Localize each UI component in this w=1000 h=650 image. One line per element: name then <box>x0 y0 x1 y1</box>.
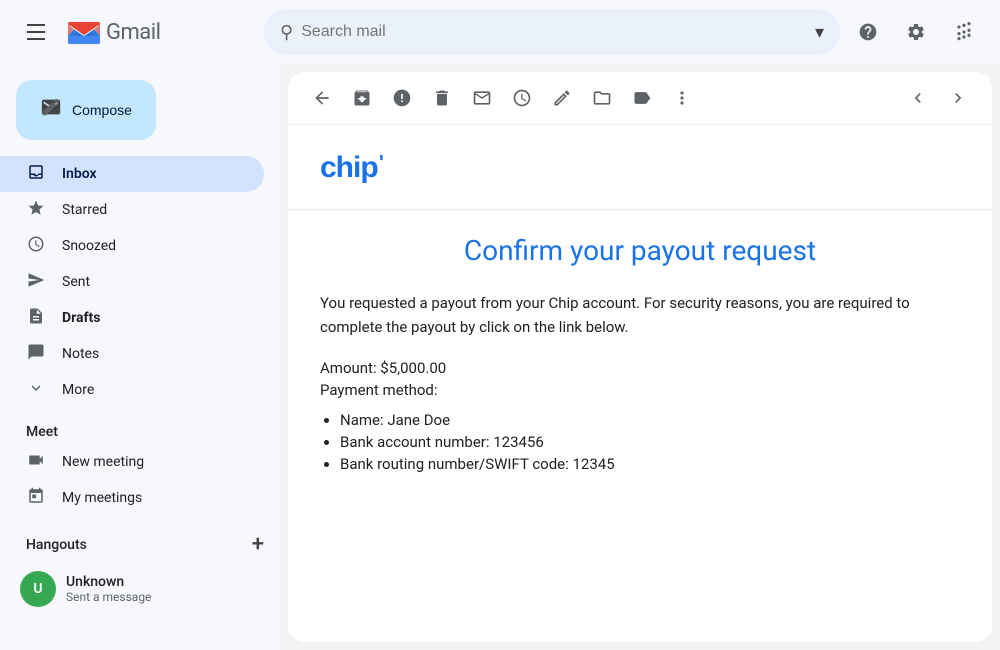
avatar: U <box>20 571 56 607</box>
chip-email-body: Confirm your payout request You requeste… <box>288 210 992 501</box>
notes-icon <box>26 343 46 365</box>
menu-button[interactable] <box>16 12 56 52</box>
sidebar: Compose Inbox Starred <box>0 64 280 650</box>
sidebar-item-snoozed[interactable]: Snoozed <box>0 228 264 264</box>
drafts-label: Drafts <box>62 310 248 326</box>
inbox-icon <box>26 163 46 185</box>
email-body: chip ' Confirm your payout request You r… <box>288 125 992 642</box>
chip-email-header: chip ' <box>288 125 992 210</box>
topbar: Gmail ⚲ ▾ <box>0 0 1000 64</box>
email-toolbar <box>288 72 992 125</box>
video-icon <box>26 451 46 473</box>
list-item: Bank routing number/SWIFT code: 12345 <box>340 455 960 473</box>
hangouts-title: Hangouts + <box>16 524 264 565</box>
calendar-icon <box>26 487 46 509</box>
email-payment-method: Payment method: <box>320 381 960 399</box>
spam-button[interactable] <box>384 80 420 116</box>
sidebar-item-notes[interactable]: Notes <box>0 336 264 372</box>
delete-button[interactable] <box>424 80 460 116</box>
more-label: More <box>62 382 248 398</box>
gear-icon <box>906 22 926 42</box>
compose-button[interactable]: Compose <box>16 80 156 140</box>
drafts-icon <box>26 307 46 329</box>
right-panel: chip ' Confirm your payout request You r… <box>280 64 1000 650</box>
email-description: You requested a payout from your Chip ac… <box>320 291 960 339</box>
search-bar[interactable]: ⚲ ▾ <box>264 9 840 55</box>
search-input[interactable] <box>301 23 807 41</box>
chip-logo: chip ' <box>320 149 960 193</box>
hangouts-add-button[interactable]: + <box>252 532 264 557</box>
sidebar-item-inbox[interactable]: Inbox <box>0 156 264 192</box>
apps-button[interactable] <box>944 12 984 52</box>
sidebar-item-more[interactable]: More <box>0 372 264 408</box>
starred-label: Starred <box>62 202 248 218</box>
apps-icon <box>954 22 974 42</box>
more-options-button[interactable] <box>664 80 700 116</box>
toolbar-nav <box>900 80 976 116</box>
svg-text:chip: chip <box>320 151 378 184</box>
chip-brand-logo: chip ' <box>320 149 400 185</box>
hangouts-section: Hangouts + U Unknown Sent a message <box>0 516 280 621</box>
new-meeting-label: New meeting <box>62 454 248 470</box>
inbox-label: Inbox <box>62 166 248 182</box>
topbar-left: Gmail <box>16 12 256 52</box>
gmail-m-icon <box>66 14 102 50</box>
settings-button[interactable] <box>896 12 936 52</box>
task-button[interactable] <box>544 80 580 116</box>
sidebar-item-starred[interactable]: Starred <box>0 192 264 228</box>
hangouts-user-info: Unknown Sent a message <box>66 574 151 604</box>
email-title: Confirm your payout request <box>320 234 960 267</box>
compose-plus-icon <box>40 96 62 124</box>
meet-section-title: Meet <box>0 408 280 444</box>
main-content: Compose Inbox Starred <box>0 64 1000 650</box>
sent-label: Sent <box>62 274 248 290</box>
sent-icon <box>26 271 46 293</box>
snoozed-label: Snoozed <box>62 238 248 254</box>
move-to-button[interactable] <box>584 80 620 116</box>
sidebar-item-new-meeting[interactable]: New meeting <box>0 444 264 480</box>
help-button[interactable] <box>848 12 888 52</box>
email-container: chip ' Confirm your payout request You r… <box>288 72 992 642</box>
archive-button[interactable] <box>344 80 380 116</box>
list-item: Bank account number: 123456 <box>340 433 960 451</box>
sidebar-item-my-meetings[interactable]: My meetings <box>0 480 264 516</box>
prev-email-button[interactable] <box>900 80 936 116</box>
my-meetings-label: My meetings <box>62 490 248 506</box>
help-icon <box>858 22 878 42</box>
back-button[interactable] <box>304 80 340 116</box>
email-amount: Amount: $5,000.00 <box>320 359 960 377</box>
snooze-button[interactable] <box>504 80 540 116</box>
snoozed-icon <box>26 235 46 257</box>
mark-unread-button[interactable] <box>464 80 500 116</box>
svg-text:': ' <box>379 152 383 174</box>
label-button[interactable] <box>624 80 660 116</box>
hangouts-user-item[interactable]: U Unknown Sent a message <box>16 565 264 613</box>
next-email-button[interactable] <box>940 80 976 116</box>
sidebar-item-sent[interactable]: Sent <box>0 264 264 300</box>
email-details-list: Name: Jane Doe Bank account number: 1234… <box>320 411 960 473</box>
search-icon: ⚲ <box>280 22 293 43</box>
topbar-right <box>848 12 984 52</box>
compose-label: Compose <box>72 102 132 118</box>
more-chevron-icon <box>26 379 46 401</box>
gmail-logo: Gmail <box>66 14 160 50</box>
hangouts-user-name: Unknown <box>66 574 151 590</box>
sidebar-item-drafts[interactable]: Drafts <box>0 300 264 336</box>
search-dropdown-icon[interactable]: ▾ <box>815 22 824 43</box>
app-name: Gmail <box>106 20 160 45</box>
star-icon <box>26 199 46 221</box>
list-item: Name: Jane Doe <box>340 411 960 429</box>
hangouts-user-status: Sent a message <box>66 590 151 604</box>
notes-label: Notes <box>62 346 248 362</box>
